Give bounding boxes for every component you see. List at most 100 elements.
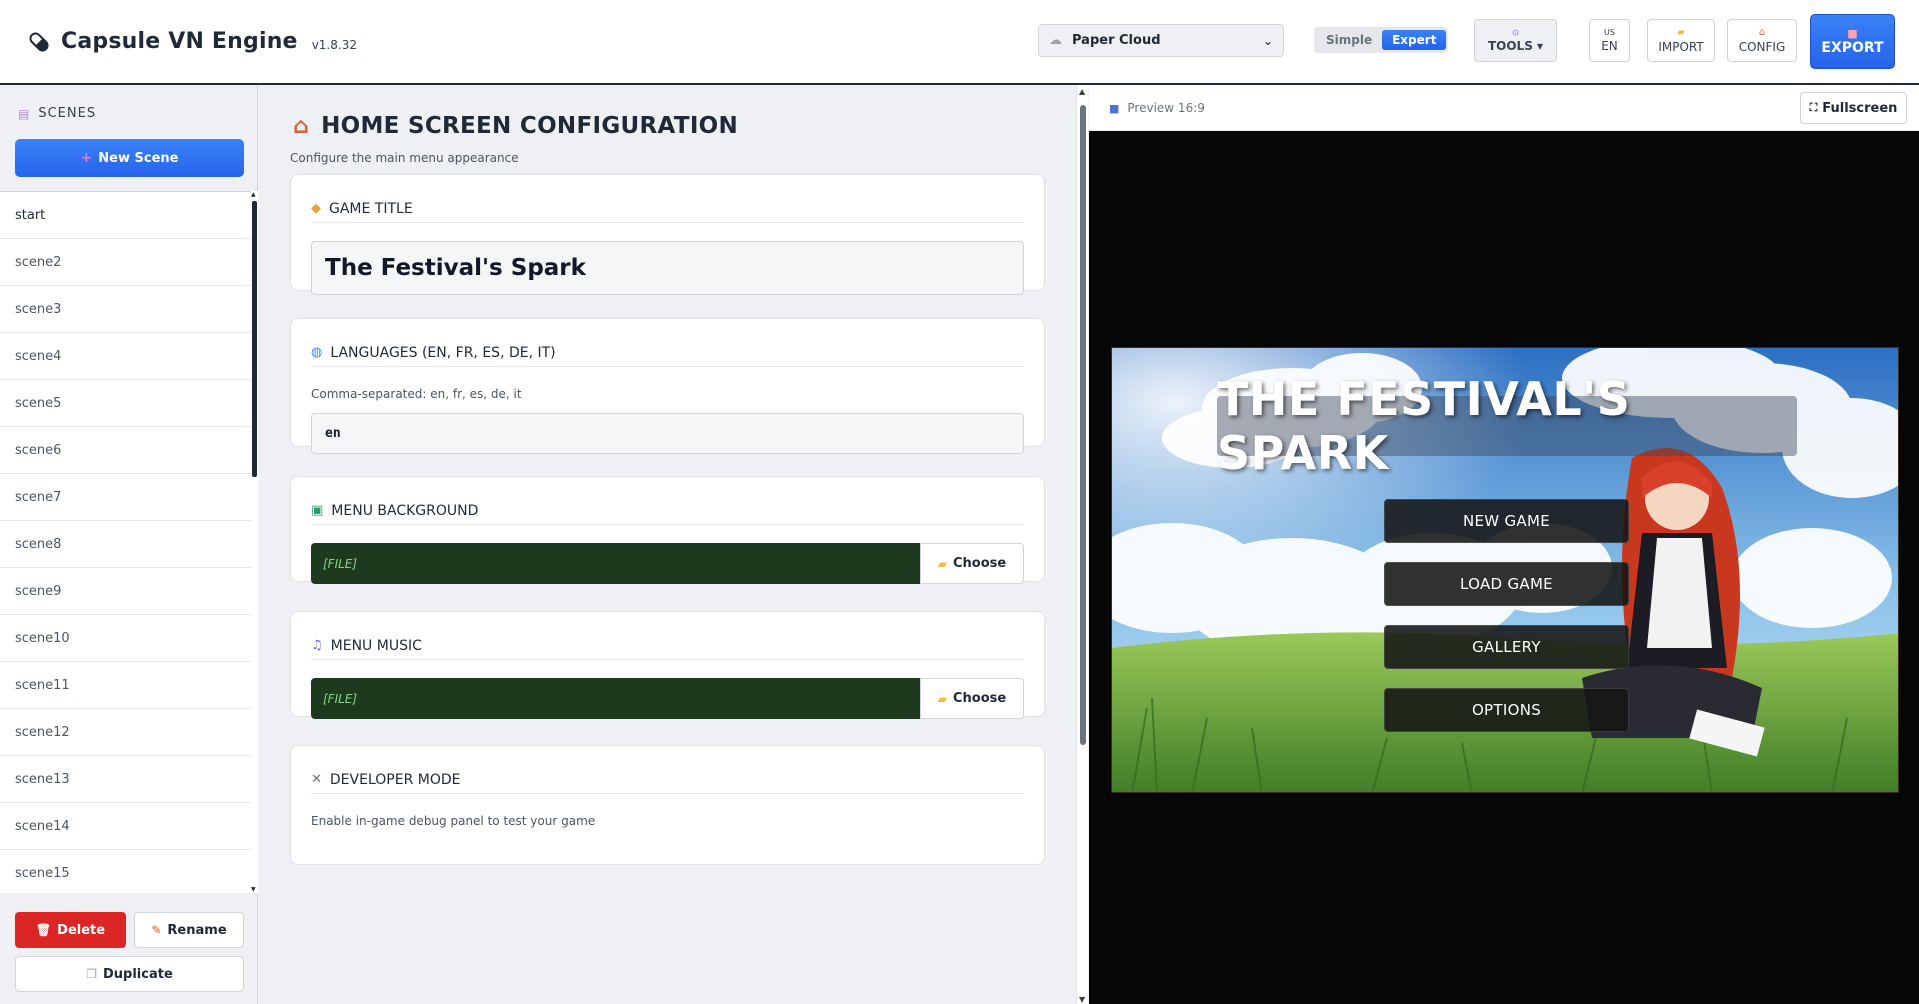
scene-list-item[interactable]: scene15 [0, 850, 251, 893]
export-label: EXPORT [1821, 40, 1884, 56]
page-subtitle: Configure the main menu appearance [290, 151, 519, 165]
scene-list-item[interactable]: scene11 [0, 662, 251, 709]
scroll-down-icon[interactable]: ▼ [1079, 995, 1085, 1004]
delete-scene-button[interactable]: 🗑 Delete [15, 912, 126, 948]
preview-toolbar: ■ Preview 16:9 ⛶ Fullscreen [1089, 85, 1919, 131]
folder-icon: ▰ [1677, 27, 1685, 38]
duplicate-scene-button[interactable]: ❐ Duplicate [15, 956, 244, 992]
pencil-icon: ✎ [151, 923, 162, 937]
choose-background-button[interactable]: ▰ Choose [920, 543, 1024, 584]
copy-icon: ❐ [86, 967, 97, 981]
game-title-input[interactable]: The Festival's Spark [311, 241, 1024, 295]
scene-list-item[interactable]: scene10 [0, 615, 251, 662]
floppy-disk-icon: ■ [1847, 27, 1858, 40]
bookmark-icon: ■ [1109, 101, 1120, 115]
scene-list-item[interactable]: scene8 [0, 521, 251, 568]
card-header: ♫ MENU MUSIC [311, 632, 1024, 660]
preview-label-text: Preview 16:9 [1127, 101, 1205, 115]
scene-list-item[interactable]: scene4 [0, 333, 251, 380]
scene-list-item[interactable]: scene5 [0, 380, 251, 427]
cloud-icon: ☁ [1049, 33, 1062, 48]
scene-list: start scene2 scene3 scene4 scene5 scene6… [0, 191, 251, 893]
game-preview-screen[interactable]: THE FESTIVAL'S SPARK NEW GAME LOAD GAME … [1111, 347, 1899, 793]
export-button[interactable]: ■ EXPORT [1810, 14, 1895, 69]
mode-expert-button[interactable]: Expert [1382, 30, 1447, 50]
scene-list-scrollbar[interactable]: ▲ ▼ [251, 191, 258, 893]
card-header-label: MENU MUSIC [330, 637, 422, 654]
scrollbar-thumb[interactable] [1080, 105, 1086, 745]
config-panel: ⌂ HOME SCREEN CONFIGURATION Configure th… [259, 85, 1076, 1004]
choose-label: Choose [953, 556, 1007, 571]
new-game-button[interactable]: NEW GAME [1384, 499, 1629, 543]
scenes-header-label: SCENES [38, 106, 97, 121]
choose-music-button[interactable]: ▰ Choose [920, 678, 1024, 719]
rename-scene-button[interactable]: ✎ Rename [134, 912, 244, 948]
mode-simple-button[interactable]: Simple [1316, 30, 1382, 50]
theme-select-value: Paper Cloud [1072, 33, 1161, 48]
capsule-icon [29, 31, 49, 52]
scene-list-item[interactable]: scene6 [0, 427, 251, 474]
gallery-button[interactable]: GALLERY [1384, 625, 1629, 669]
page-title-text: HOME SCREEN CONFIGURATION [321, 113, 739, 139]
chevron-down-icon: ⌄ [1262, 33, 1273, 48]
language-label: EN [1601, 39, 1618, 53]
scenes-header: ▤ SCENES [0, 85, 257, 125]
scroll-down-icon[interactable]: ▼ [251, 886, 256, 893]
new-scene-button[interactable]: + New Scene [15, 139, 244, 177]
config-panel-scrollbar[interactable]: ▲ ▼ [1076, 85, 1088, 1004]
gear-icon: ⚙ [1511, 28, 1520, 39]
scrollbar-thumb[interactable] [252, 201, 257, 477]
menu-music-card: ♫ MENU MUSIC [FILE] ▰ Choose [290, 611, 1045, 719]
card-header-label: GAME TITLE [329, 200, 413, 217]
folder-icon: ▰ [937, 556, 947, 571]
card-header-label: MENU BACKGROUND [331, 502, 479, 519]
tools-button[interactable]: ⚙ TOOLS ▾ [1474, 19, 1557, 62]
options-button[interactable]: OPTIONS [1384, 688, 1629, 732]
top-toolbar: Capsule VN Engine v1.8.32 ☁ Paper Cloud … [0, 0, 1919, 85]
developer-mode-hint: Enable in-game debug panel to test your … [311, 814, 596, 828]
card-header-label: LANGUAGES (EN, FR, ES, DE, IT) [330, 344, 556, 361]
card-header: ▣ MENU BACKGROUND [311, 497, 1024, 525]
scenes-icon: ▤ [18, 106, 31, 121]
game-title-card: ◆ GAME TITLE The Festival's Spark [290, 174, 1045, 295]
scene-list-item[interactable]: start [0, 192, 251, 239]
rename-label: Rename [167, 922, 227, 938]
menu-music-file-field[interactable]: [FILE] [311, 678, 920, 719]
tag-icon: ◆ [311, 201, 321, 216]
fullscreen-label: Fullscreen [1822, 100, 1898, 116]
config-button[interactable]: ⌂ CONFIG [1727, 19, 1797, 62]
scenes-sidebar: ▤ SCENES + New Scene start scene2 scene3… [0, 85, 258, 1004]
scroll-up-icon[interactable]: ▲ [251, 191, 256, 198]
image-icon: ▣ [311, 503, 324, 518]
page-title: ⌂ HOME SCREEN CONFIGURATION [293, 113, 738, 139]
globe-icon: ◍ [311, 345, 323, 360]
scroll-up-icon[interactable]: ▲ [1079, 87, 1085, 96]
import-button[interactable]: ▰ IMPORT [1647, 19, 1715, 62]
house-icon: ⌂ [293, 113, 310, 139]
tools-icon: ✕ [311, 772, 322, 787]
menu-background-card: ▣ MENU BACKGROUND [FILE] ▰ Choose [290, 476, 1045, 584]
card-header: ✕ DEVELOPER MODE [311, 766, 1024, 794]
load-game-button[interactable]: LOAD GAME [1384, 562, 1629, 606]
theme-select[interactable]: ☁ Paper Cloud ⌄ [1038, 24, 1284, 57]
languages-input[interactable]: en [311, 413, 1024, 454]
new-scene-label: New Scene [98, 150, 179, 166]
music-note-icon: ♫ [311, 638, 323, 653]
game-title-banner: THE FESTIVAL'S SPARK [1217, 372, 1797, 480]
trash-icon: 🗑 [35, 923, 52, 937]
scene-list-item[interactable]: scene3 [0, 286, 251, 333]
fullscreen-button[interactable]: ⛶ Fullscreen [1800, 92, 1907, 124]
scene-list-item[interactable]: scene7 [0, 474, 251, 521]
languages-hint: Comma-separated: en, fr, es, de, it [311, 387, 522, 401]
scene-list-item[interactable]: scene13 [0, 756, 251, 803]
menu-background-file-field[interactable]: [FILE] [311, 543, 920, 584]
language-button[interactable]: US EN [1589, 19, 1630, 62]
preview-label: ■ Preview 16:9 [1109, 101, 1205, 115]
scene-list-item[interactable]: scene2 [0, 239, 251, 286]
tools-label: TOOLS ▾ [1487, 38, 1544, 53]
delete-label: Delete [57, 922, 106, 938]
scene-list-item[interactable]: scene14 [0, 803, 251, 850]
card-header-label: DEVELOPER MODE [329, 771, 461, 788]
scene-list-item[interactable]: scene9 [0, 568, 251, 615]
scene-list-item[interactable]: scene12 [0, 709, 251, 756]
